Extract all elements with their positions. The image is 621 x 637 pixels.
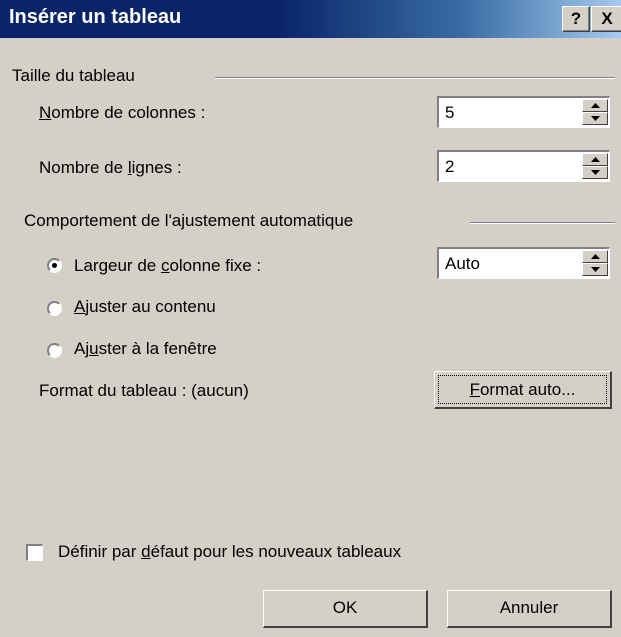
set-default-checkbox[interactable] — [26, 544, 43, 561]
fixed-width-radio[interactable] — [47, 258, 62, 273]
rows-spinner[interactable]: 2 — [437, 150, 610, 182]
title-bar: Insérer un tableau ? X — [0, 0, 621, 38]
set-default-label[interactable]: Définir par défaut pour les nouveaux tab… — [58, 542, 401, 562]
ok-button[interactable]: OK — [263, 590, 428, 628]
spin-up-icon[interactable] — [582, 99, 608, 112]
rows-label: Nombre de lignes : — [39, 158, 182, 177]
rows-value[interactable]: 2 — [445, 157, 454, 177]
spin-down-icon[interactable] — [582, 263, 608, 276]
close-button[interactable]: X — [591, 6, 621, 32]
format-auto-button[interactable]: Format auto... — [434, 371, 612, 409]
fixed-width-spinner[interactable]: Auto — [437, 247, 610, 279]
spin-up-icon[interactable] — [582, 153, 608, 166]
spin-up-icon[interactable] — [582, 250, 608, 263]
fixed-width-value[interactable]: Auto — [445, 254, 480, 274]
fixed-width-label[interactable]: Largeur de colonne fixe : — [74, 256, 261, 276]
columns-label: Nombre de colonnes : — [39, 103, 206, 122]
columns-spinner-arrows[interactable] — [582, 99, 608, 126]
table-size-divider — [215, 77, 615, 79]
table-format-label: Format du tableau : (aucun) — [39, 381, 249, 400]
autofit-divider — [470, 222, 615, 224]
columns-spinner[interactable]: 5 — [437, 96, 610, 128]
columns-value[interactable]: 5 — [445, 103, 454, 123]
radio-selected-dot — [52, 263, 57, 268]
fit-window-label[interactable]: Ajuster à la fenêtre — [74, 339, 217, 359]
autofit-group-label: Comportement de l'ajustement automatique — [24, 211, 354, 230]
fit-content-label[interactable]: Ajuster au contenu — [74, 297, 216, 317]
fit-content-radio[interactable] — [47, 301, 62, 316]
spin-down-icon[interactable] — [582, 166, 608, 179]
fixed-width-spinner-arrows[interactable] — [582, 250, 608, 277]
table-size-group-label: Taille du tableau — [12, 66, 135, 85]
dialog-title: Insérer un tableau — [9, 6, 182, 28]
format-auto-button-label[interactable]: Format auto... — [438, 375, 607, 404]
help-button[interactable]: ? — [562, 6, 590, 32]
cancel-button[interactable]: Annuler — [447, 590, 612, 628]
rows-spinner-arrows[interactable] — [582, 153, 608, 180]
fit-window-radio[interactable] — [47, 343, 62, 358]
spin-down-icon[interactable] — [582, 112, 608, 125]
